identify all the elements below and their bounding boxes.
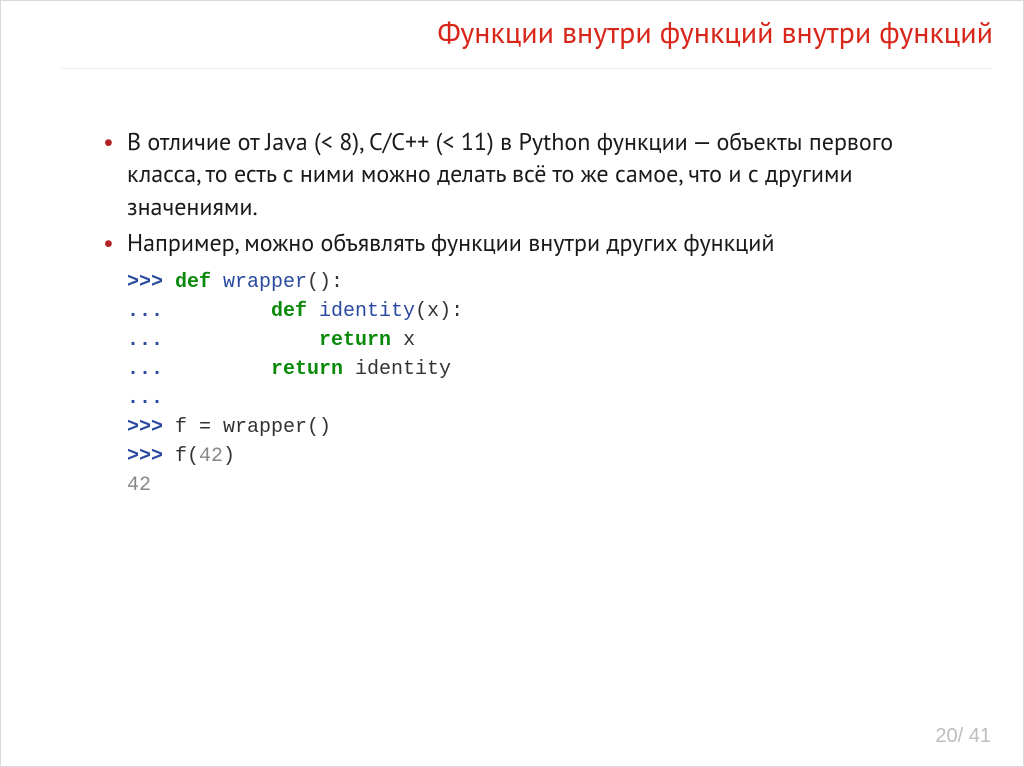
slide: Функции внутри функций внутри функций В … (0, 0, 1024, 767)
keyword: def (175, 271, 223, 294)
punct: (): (307, 271, 343, 294)
prompt: ... (127, 329, 175, 352)
prompt: ... (127, 358, 175, 381)
code-text: f( (175, 445, 199, 468)
keyword: return (271, 358, 355, 381)
bullet-list: В отличие от Java (< 8), C/C++ (< 11) в … (99, 126, 963, 260)
indent (175, 329, 319, 352)
identifier: identity (319, 300, 415, 323)
page-number: 20/ 41 (935, 725, 991, 748)
bullet-item: В отличие от Java (< 8), C/C++ (< 11) в … (99, 126, 963, 223)
slide-content: В отличие от Java (< 8), C/C++ (< 11) в … (99, 126, 963, 500)
indent (175, 300, 271, 323)
var: x (403, 329, 415, 352)
punct: (x): (415, 300, 463, 323)
keyword: return (319, 329, 403, 352)
prompt: ... (127, 387, 175, 410)
keyword: def (271, 300, 319, 323)
identifier: wrapper (223, 271, 307, 294)
code-text: f = wrapper() (175, 416, 331, 439)
indent (175, 358, 271, 381)
code-text: ) (223, 445, 235, 468)
bullet-item: Например, можно объявлять функции внутри… (99, 227, 963, 259)
code-block: >>> def wrapper(): ... def identity(x): … (99, 268, 963, 500)
number: 42 (199, 445, 223, 468)
prompt: >>> (127, 416, 175, 439)
output: 42 (127, 474, 151, 497)
prompt: >>> (127, 445, 175, 468)
var: identity (355, 358, 451, 381)
slide-title: Функции внутри функций внутри функций (61, 13, 993, 69)
prompt: >>> (127, 271, 175, 294)
prompt: ... (127, 300, 175, 323)
